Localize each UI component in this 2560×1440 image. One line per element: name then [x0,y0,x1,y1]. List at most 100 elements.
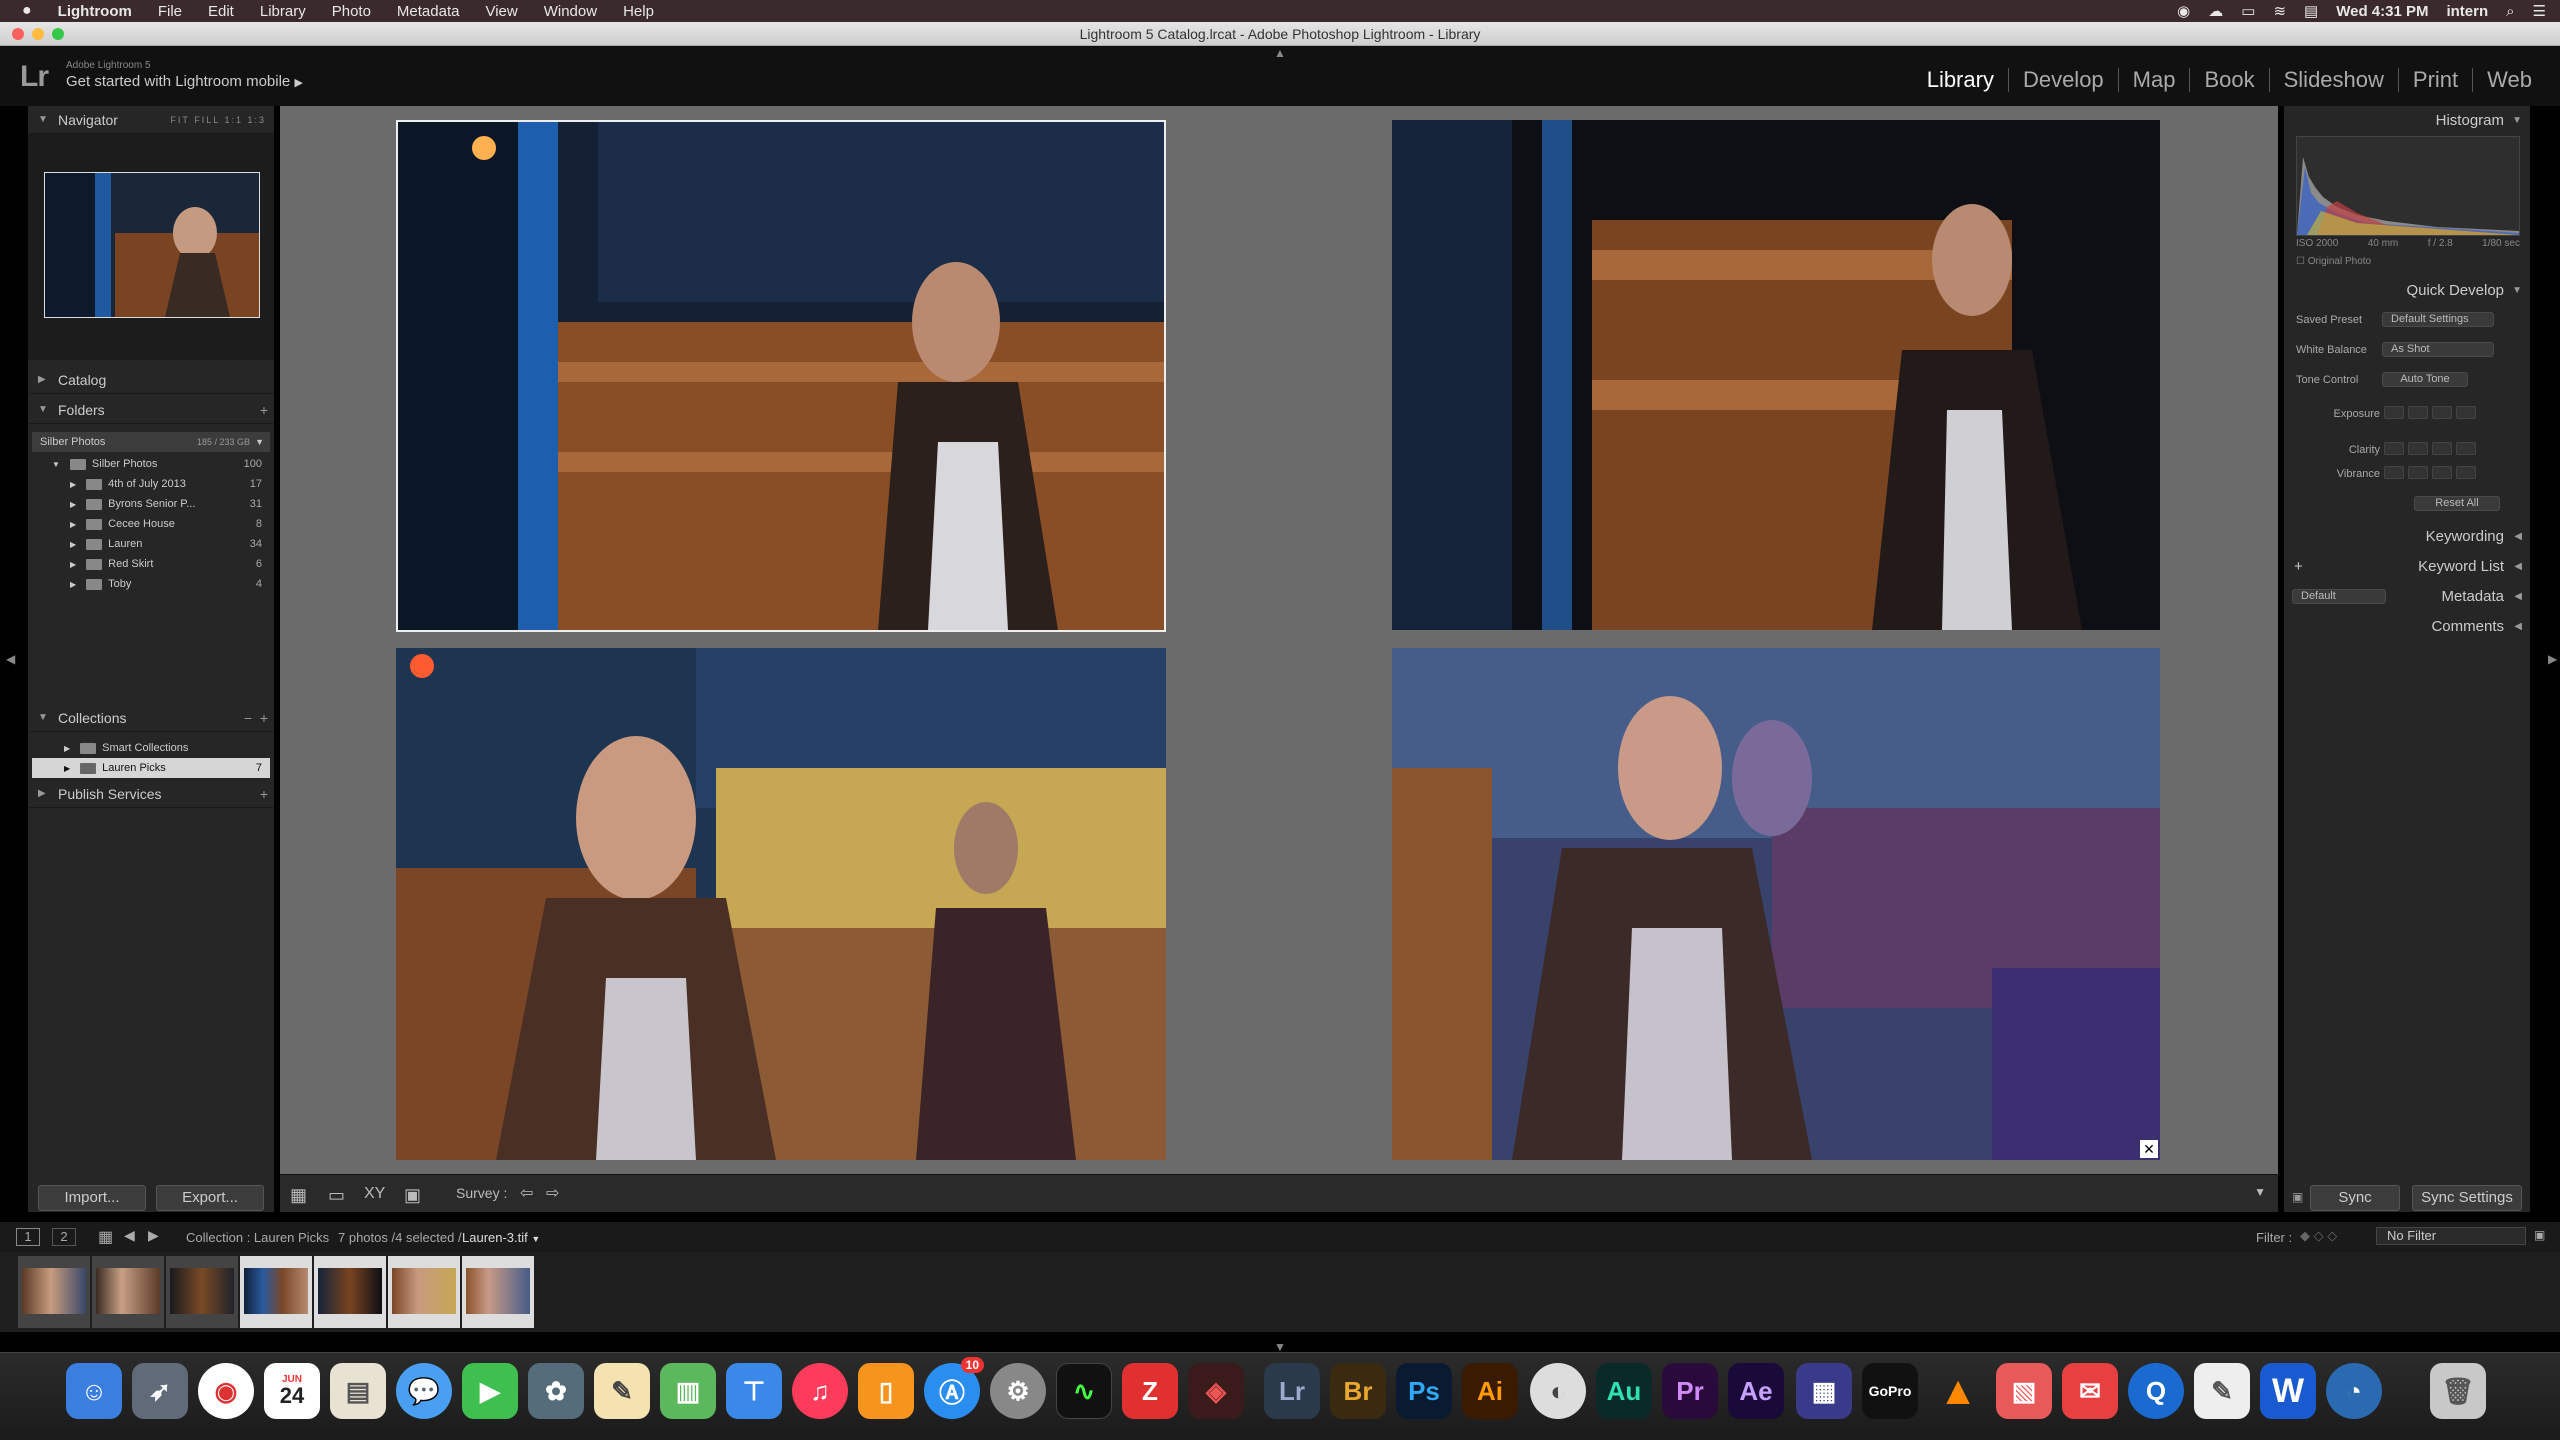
survey-view-icon[interactable]: ▣ [404,1185,421,1206]
import-button[interactable]: Import... [38,1185,146,1211]
filmstrip-thumb-6[interactable] [388,1256,460,1328]
module-library[interactable]: Library [1913,68,2008,92]
source-label[interactable]: Collection : Lauren Picks [186,1230,329,1245]
browser-icon[interactable]: ◔ [2326,1363,2382,1419]
menu-window[interactable]: Window [544,3,597,20]
activity-monitor-icon[interactable]: ∿ [1056,1363,1112,1419]
user-name[interactable]: intern [2446,3,2488,20]
auto-tone-button[interactable]: Auto Tone [2382,372,2468,387]
sync-button[interactable]: Sync [2310,1185,2400,1211]
zoom-1-1[interactable]: 1:1 [224,115,243,125]
flag-icon[interactable]: ▤ [2304,2,2318,20]
close-window-icon[interactable] [12,28,24,40]
menu-edit[interactable]: Edit [208,3,234,20]
itunes-icon[interactable]: ♫ [792,1363,848,1419]
zoom-fill[interactable]: FILL [194,115,220,125]
motion-icon[interactable]: ▦ [1796,1363,1852,1419]
mobile-promo[interactable]: Get started with Lightroom mobile ▶ [66,73,303,90]
folder-item[interactable]: ▶ Byrons Senior P... 31 [32,494,270,514]
metadata-header[interactable]: Default Metadata ◀ [2284,582,2530,612]
display-icon[interactable]: ▭ [2241,2,2255,20]
metadata-preset-select[interactable]: Default [2292,589,2386,604]
module-develop[interactable]: Develop [2007,68,2118,92]
menu-metadata[interactable]: Metadata [397,3,460,20]
folder-root[interactable]: ▼ Silber Photos 100 [32,454,270,474]
white-balance-select[interactable]: As Shot [2382,342,2494,357]
module-print[interactable]: Print [2397,68,2472,92]
add-folder-icon[interactable]: + [260,396,268,424]
toolbar-menu-icon[interactable]: ▼ [2254,1185,2266,1199]
right-panel-toggle-icon[interactable]: ▶ [2548,652,2557,666]
back-arrow-icon[interactable]: ◀ [124,1227,135,1244]
fullscreen-window-icon[interactable] [52,28,64,40]
survey-photo-3[interactable] [396,648,1166,1160]
add-publish-icon[interactable]: + [260,780,268,808]
photos-icon[interactable]: ✿ [528,1363,584,1419]
module-book[interactable]: Book [2189,68,2268,92]
second-window-button[interactable]: 2 [52,1228,76,1246]
filmstrip-thumb-7[interactable] [462,1256,534,1328]
comments-header[interactable]: Comments ◀ [2284,612,2530,642]
premiere-dock-icon[interactable]: Pr [1662,1363,1718,1419]
numbers-icon[interactable]: ▥ [660,1363,716,1419]
chrome-icon[interactable]: ◉ [198,1363,254,1419]
apple-menu-icon[interactable]: ● [22,2,32,20]
histogram-header[interactable]: Histogram ▼ [2284,106,2530,136]
filter-flag-icons[interactable]: ◆ ◇ ◇ [2300,1228,2337,1244]
next-arrow-icon[interactable]: ⇨ [546,1183,559,1203]
keynote-icon[interactable]: ⊤ [726,1363,782,1419]
quicktime-icon[interactable]: Q [2128,1363,2184,1419]
record-icon[interactable]: ◉ [2177,2,2190,20]
exposure-stepper[interactable] [2384,406,2476,419]
textedit-icon[interactable]: ✎ [2194,1363,2250,1419]
menu-photo[interactable]: Photo [332,3,371,20]
folder-item[interactable]: ▶ Cecee House 8 [32,514,270,534]
spotlight-icon[interactable]: ⌕ [2506,3,2514,20]
saved-preset-select[interactable]: Default Settings [2382,312,2494,327]
module-slideshow[interactable]: Slideshow [2268,68,2398,92]
zoom-1-3[interactable]: 1:3 [247,115,266,125]
module-web[interactable]: Web [2472,68,2546,92]
collection-item-selected[interactable]: ▶ Lauren Picks 7 [32,758,270,778]
facetime-icon[interactable]: ▶ [462,1363,518,1419]
export-button[interactable]: Export... [156,1185,264,1211]
filmstrip-thumb-4[interactable] [240,1256,312,1328]
davinci-icon[interactable]: ◈ [1188,1363,1244,1419]
volume-menu-icon[interactable]: ▼ [255,432,264,452]
ibooks-icon[interactable]: ▯ [858,1363,914,1419]
main-window-button[interactable]: 1 [16,1228,40,1246]
filmstrip-thumb-1[interactable] [18,1256,90,1328]
module-map[interactable]: Map [2117,68,2190,92]
preview-icon[interactable]: ▤ [330,1363,386,1419]
app-store-icon[interactable]: Ⓐ 10 [924,1357,984,1419]
bridge-dock-icon[interactable]: Br [1330,1363,1386,1419]
forward-arrow-icon[interactable]: ▶ [148,1227,159,1244]
filename-menu[interactable]: Lauren-3.tif ▼ [462,1230,540,1245]
reset-all-button[interactable]: Reset All [2414,496,2500,511]
photo-booth-icon[interactable]: ▧ [1996,1363,2052,1419]
grid-view-icon[interactable]: ▦ [290,1185,307,1206]
original-photo-checkbox[interactable]: ☐ Original Photo [2296,256,2371,267]
folder-item[interactable]: ▶ Lauren 34 [32,534,270,554]
pages-icon[interactable]: ✎ [594,1363,650,1419]
add-collection-icon[interactable]: + [260,704,268,732]
launchpad-icon[interactable]: ➶ [132,1363,188,1419]
survey-photo-4[interactable]: ✕ [1392,648,2160,1160]
after-effects-dock-icon[interactable]: Ae [1728,1363,1784,1419]
filmstrip-thumb-2[interactable] [92,1256,164,1328]
folder-item[interactable]: ▶ Red Skirt 6 [32,554,270,574]
collection-item[interactable]: ▶ Smart Collections [32,738,270,758]
auto-sync-toggle-icon[interactable]: ▣ [2292,1190,2303,1204]
notification-icon[interactable]: ☰ [2533,2,2546,20]
compare-view-icon[interactable]: XY [364,1185,385,1203]
lightroom-dock-icon[interactable]: Lr [1264,1363,1320,1419]
filezilla-icon[interactable]: Z [1122,1363,1178,1419]
audition-dock-icon[interactable]: Au [1596,1363,1652,1419]
quick-develop-header[interactable]: Quick Develop ▼ [2284,276,2530,306]
collections-header[interactable]: ▼ Collections − + [28,704,274,732]
minimize-window-icon[interactable] [32,28,44,40]
collapse-all-icon[interactable]: − [244,704,252,732]
system-preferences-icon[interactable]: ⚙ [990,1363,1046,1419]
finder-icon[interactable]: ☺ [66,1363,122,1419]
messages-icon[interactable]: 💬 [396,1363,452,1419]
